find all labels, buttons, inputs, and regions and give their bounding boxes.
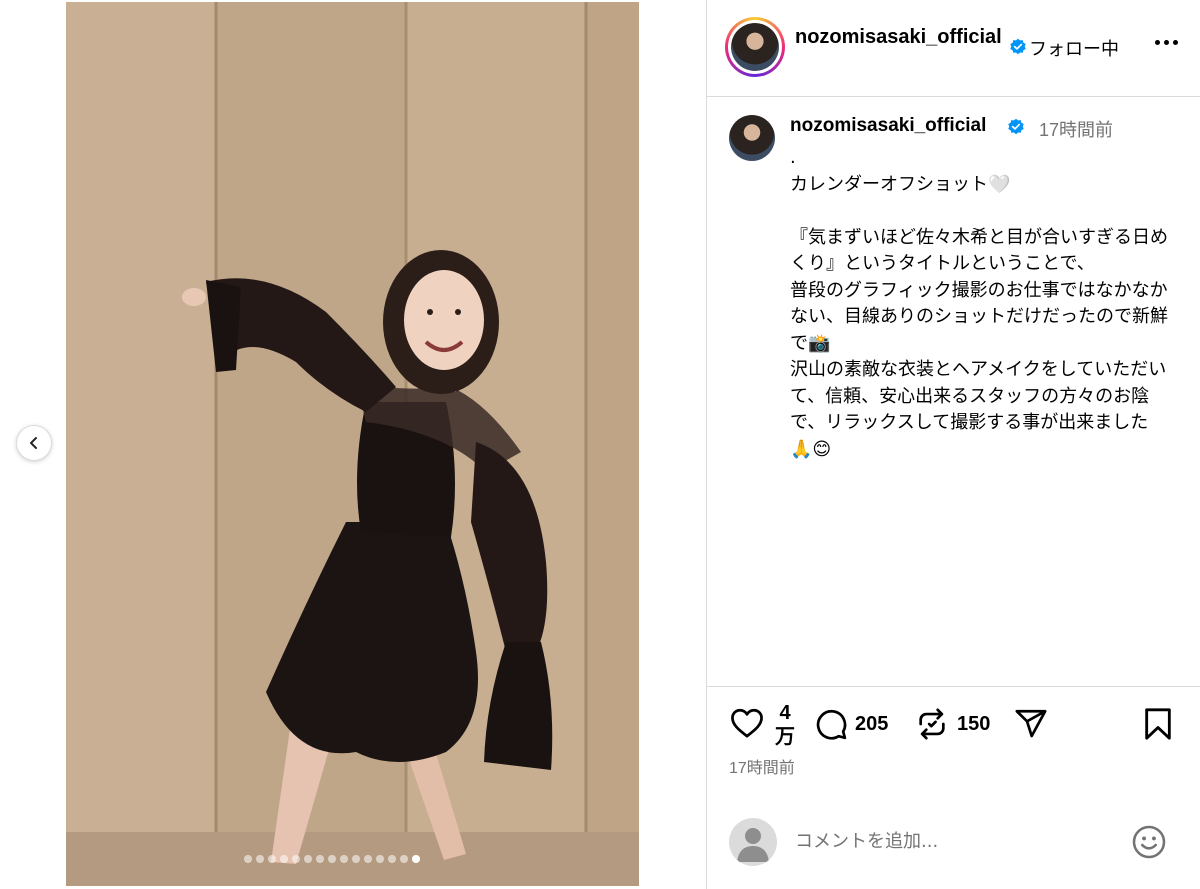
carousel-dot (280, 855, 288, 863)
carousel-dot (268, 855, 276, 863)
post-timestamp[interactable]: 17時間前 (729, 754, 795, 778)
carousel-dot (412, 855, 420, 863)
carousel-dot (316, 855, 324, 863)
carousel-dot (352, 855, 360, 863)
carousel-dot (400, 855, 408, 863)
caption-text: . カレンダーオフショット🤍 『気まずいほど佐々木希と目が合いすぎる日めくり』と… (790, 147, 1168, 460)
story-ring-avatar[interactable] (725, 17, 785, 77)
add-comment-bar (707, 798, 1200, 889)
repost-icon (919, 708, 945, 740)
carousel-prev-button[interactable] (16, 425, 52, 461)
carousel-dot (388, 855, 396, 863)
post-header: nozomisasaki_official フォロー中 (707, 0, 1200, 97)
post-media-area (0, 0, 706, 889)
carousel-dot (292, 855, 300, 863)
heart-icon (731, 708, 763, 738)
share-button[interactable] (1013, 707, 1049, 741)
comment-count: 205 (855, 712, 889, 735)
paper-plane-icon (1015, 709, 1047, 738)
post-photo-illustration (66, 2, 639, 886)
save-button[interactable] (1143, 707, 1173, 741)
comment-icon (816, 710, 847, 740)
repost-button[interactable]: 150 (915, 707, 990, 741)
carousel-dot (256, 855, 264, 863)
caption-section: nozomisasaki_official 17時間前 . カレンダーオフショッ… (707, 97, 1200, 687)
carousel-dot (364, 855, 372, 863)
header-username-link[interactable]: nozomisasaki_official (795, 24, 1005, 51)
carousel-dot (304, 855, 312, 863)
emoji-picker-button[interactable] (1131, 824, 1167, 864)
caption-timestamp[interactable]: 17時間前 (1039, 116, 1113, 142)
chevron-left-icon (30, 437, 37, 449)
post-side-panel: nozomisasaki_official フォロー中 nozomisasaki… (706, 0, 1200, 889)
bookmark-icon (1145, 708, 1171, 740)
like-button[interactable] (729, 707, 765, 739)
like-count-unit: 万 (775, 726, 795, 748)
carousel-dot (376, 855, 384, 863)
comment-button[interactable]: 205 (813, 707, 888, 741)
following-button[interactable]: フォロー中 (1029, 35, 1119, 61)
caption-username-link[interactable]: nozomisasaki_official (790, 115, 986, 137)
repost-count: 150 (957, 712, 991, 735)
current-user-avatar (729, 818, 777, 866)
comment-input[interactable] (795, 826, 1095, 856)
more-options-icon[interactable] (1155, 40, 1178, 45)
carousel-dot (328, 855, 336, 863)
carousel-indicator (244, 855, 420, 863)
post-photo[interactable] (66, 2, 639, 886)
caption-avatar[interactable] (729, 115, 775, 161)
post-actions: 4 万 205 150 17時間前 (707, 686, 1200, 798)
verified-badge-icon (1008, 118, 1024, 135)
smiley-icon (1132, 825, 1166, 859)
like-count[interactable]: 4 万 (773, 701, 797, 749)
avatar (731, 23, 779, 71)
carousel-dot (244, 855, 252, 863)
verified-badge-icon (1010, 38, 1026, 55)
default-user-icon (737, 828, 769, 862)
like-count-number: 4 (779, 702, 791, 724)
carousel-dot (340, 855, 348, 863)
